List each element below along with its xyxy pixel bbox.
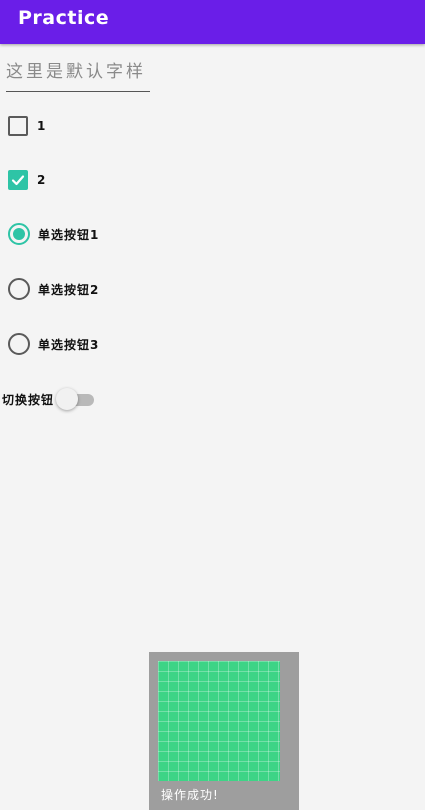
radio-unselected-icon[interactable] <box>8 278 30 300</box>
radio-button-1[interactable]: 单选按钮1 <box>8 223 99 245</box>
toast-message: 操作成功! <box>161 788 219 802</box>
radio-dot <box>13 228 25 240</box>
app-title: Practice <box>18 7 110 29</box>
toast-image <box>158 661 280 781</box>
checkbox-1[interactable]: 1 <box>8 116 45 136</box>
checkbox-2-label: 2 <box>37 173 46 187</box>
switch-thumb[interactable] <box>56 388 79 410</box>
checkbox-unchecked-icon[interactable] <box>8 116 28 136</box>
radio-3-label: 单选按钮3 <box>38 337 100 352</box>
checkbox-1-label: 1 <box>37 119 46 133</box>
checkmark-icon <box>11 175 25 186</box>
checkbox-checked-icon[interactable] <box>8 170 28 190</box>
switch-label: 切换按钮 <box>2 392 55 407</box>
toggle-switch[interactable] <box>56 388 96 410</box>
radio-button-3[interactable]: 单选按钮3 <box>8 333 99 355</box>
radio-2-label: 单选按钮2 <box>38 282 100 297</box>
radio-1-label: 单选按钮1 <box>38 227 100 242</box>
edit-text-field[interactable] <box>6 56 150 92</box>
radio-selected-icon[interactable] <box>8 223 30 245</box>
radio-button-2[interactable]: 单选按钮2 <box>8 278 99 300</box>
checkbox-2[interactable]: 2 <box>8 170 45 190</box>
switch-row: 切换按钮 <box>2 388 96 410</box>
toast-popup: 操作成功! <box>149 652 299 810</box>
radio-unselected-icon[interactable] <box>8 333 30 355</box>
text-input[interactable] <box>6 56 150 88</box>
app-bar: Practice <box>0 0 425 44</box>
